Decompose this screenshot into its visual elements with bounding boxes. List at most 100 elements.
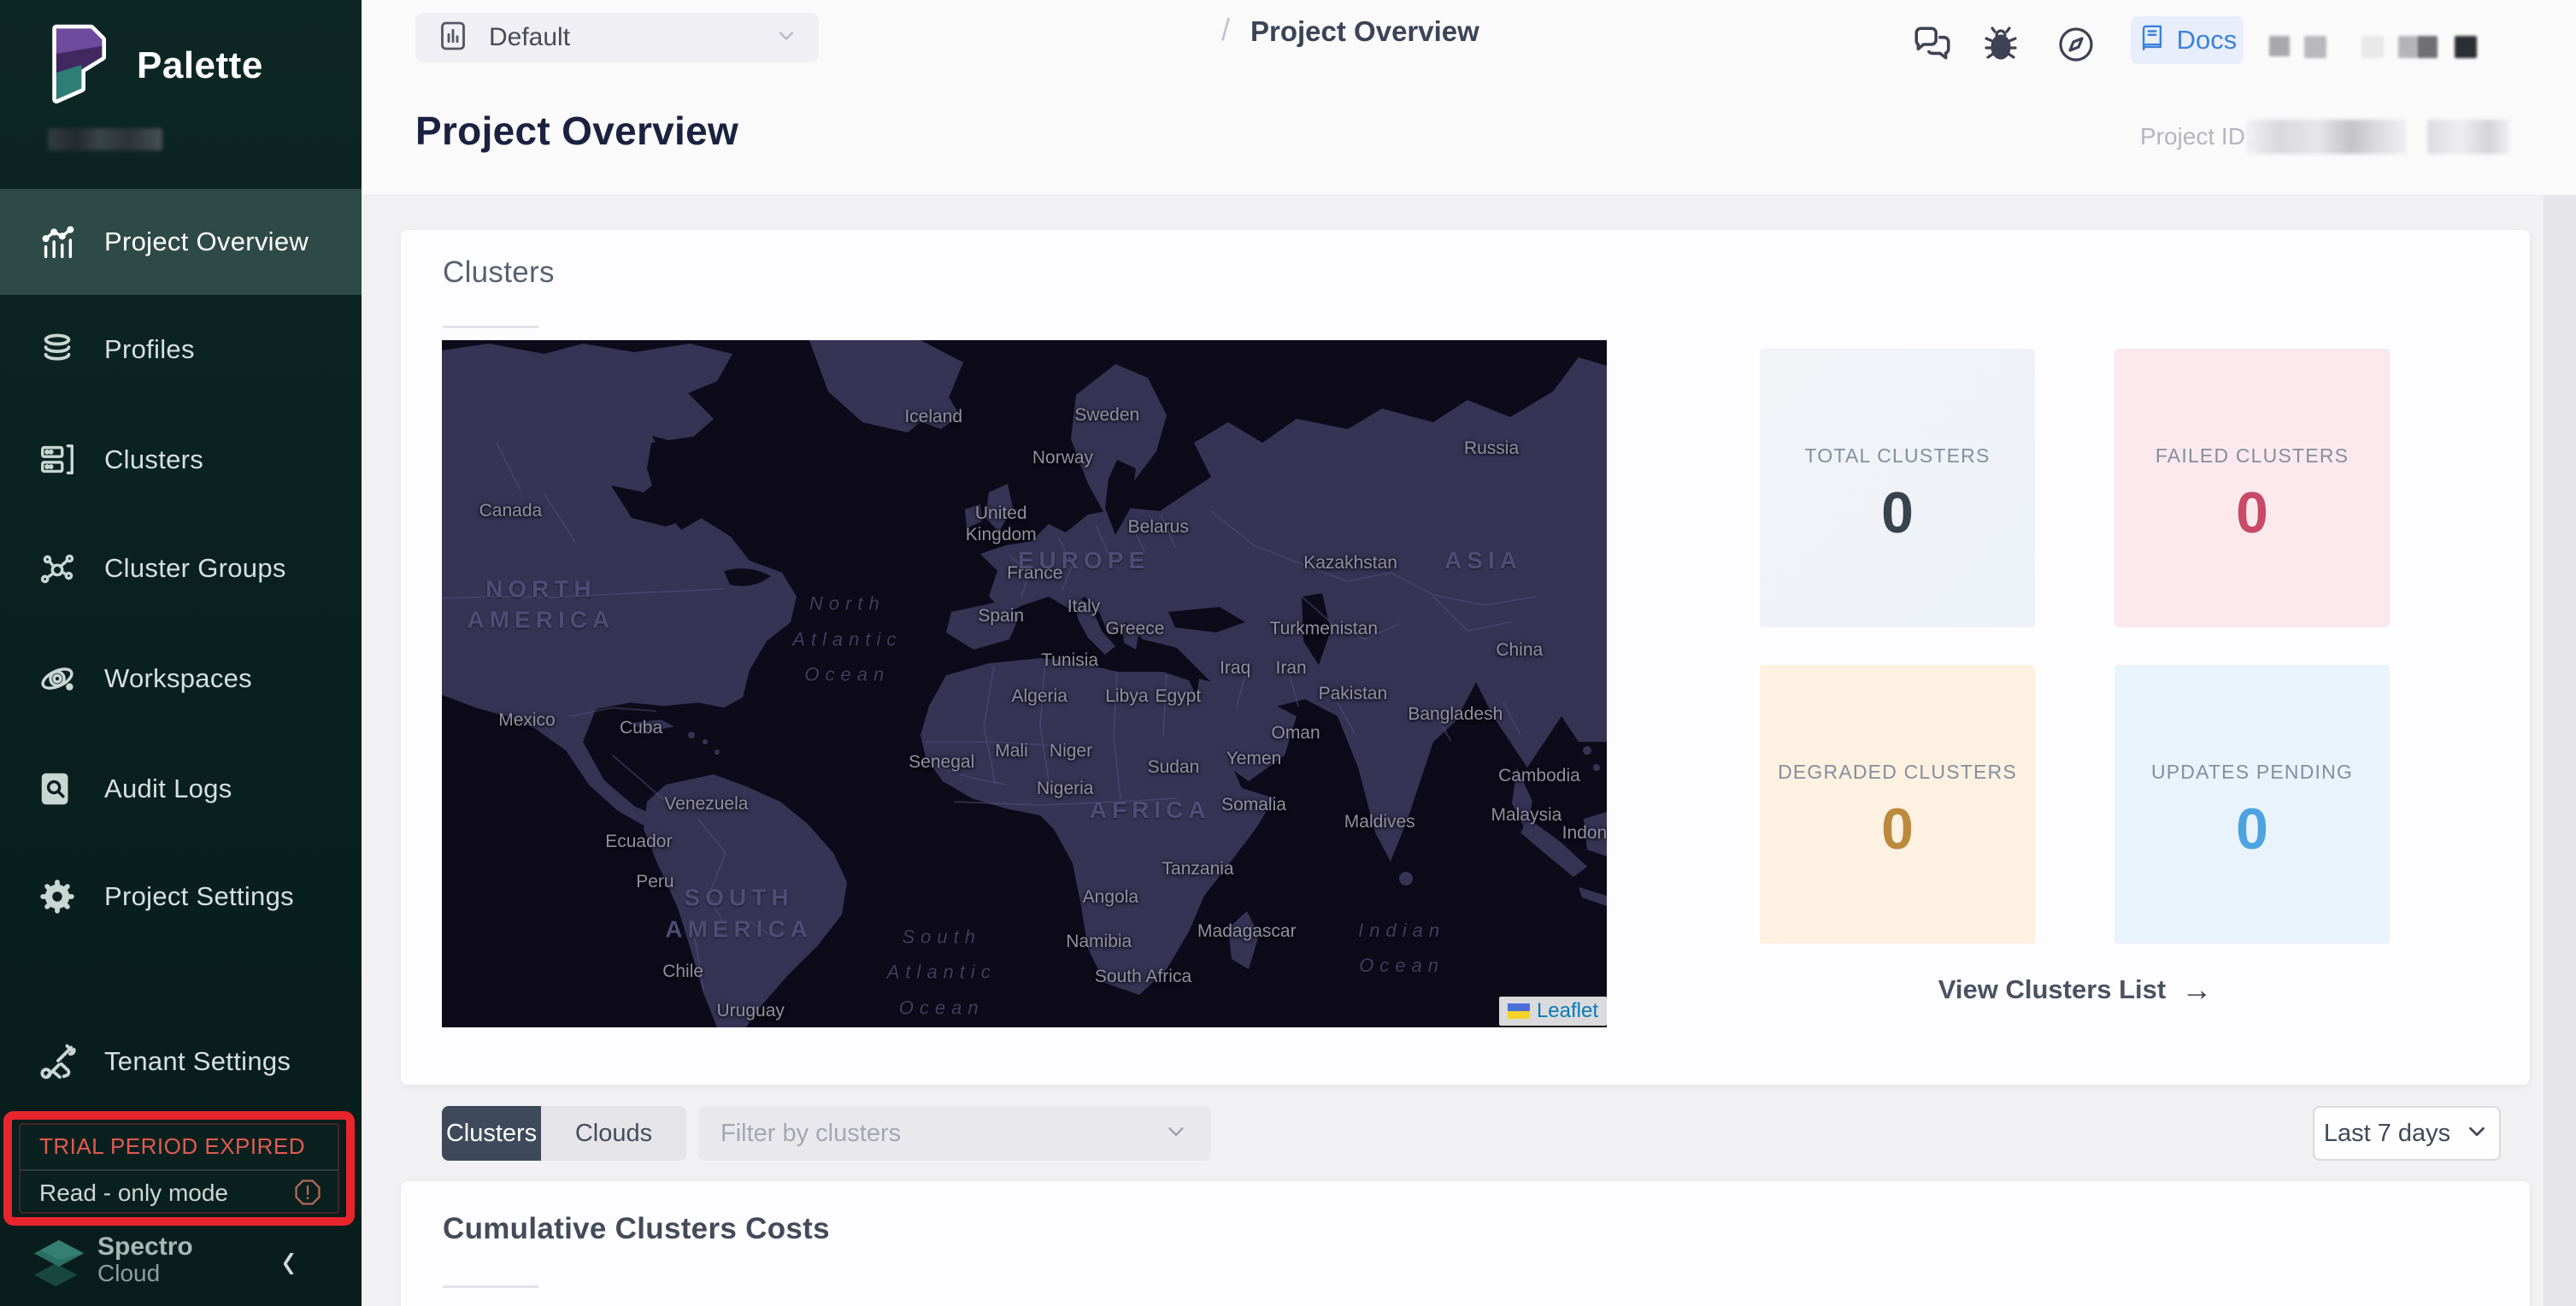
warning-icon	[293, 1178, 322, 1207]
map-label: Iran	[1276, 658, 1307, 679]
map-label: Algeria	[1012, 686, 1067, 707]
leaflet-label: Leaflet	[1537, 999, 1598, 1023]
map-label: Canada	[479, 501, 543, 521]
map-label: SOUTH AMERICA	[665, 883, 813, 945]
date-range-dropdown[interactable]: Last 7 days	[2313, 1106, 2501, 1161]
project-chart-icon	[436, 19, 470, 57]
compass-icon	[2054, 22, 2098, 67]
sidebar-item-label: Tenant Settings	[104, 1046, 291, 1077]
sidebar-item-label: Project Settings	[104, 881, 294, 912]
redacted-icon	[2417, 36, 2438, 58]
docs-button[interactable]: Docs	[2131, 16, 2244, 64]
sidebar-item-label: Clusters	[104, 444, 203, 475]
gear-icon	[38, 877, 77, 916]
leaflet-attribution[interactable]: Leaflet	[1499, 997, 1607, 1026]
map-label: Belarus	[1128, 517, 1189, 538]
redacted-project-id	[2427, 120, 2509, 154]
failed-clusters-stat: FAILED CLUSTERS 0	[2114, 349, 2390, 627]
project-selector-dropdown[interactable]: Default	[415, 13, 819, 62]
server-icon	[38, 440, 77, 479]
divider	[443, 326, 538, 328]
map-labels: IcelandSwedenNorwayRussiaCanadaUnited Ki…	[442, 340, 1607, 1027]
map-label: EUROPE	[1018, 545, 1150, 576]
sidebar-item-label: Cluster Groups	[104, 553, 286, 584]
bug-icon	[1979, 22, 2023, 67]
palette-logo[interactable]: Palette	[34, 22, 263, 109]
map-label: Norway	[1032, 448, 1093, 468]
date-range-value: Last 7 days	[2324, 1120, 2450, 1148]
map-label: Yemen	[1226, 749, 1282, 769]
map-label: Mexico	[498, 710, 556, 731]
map-label: Tunisia	[1041, 650, 1098, 671]
trial-expired-title: TRIAL PERIOD EXPIRED	[39, 1133, 305, 1160]
stat-label: DEGRADED CLUSTERS	[1778, 761, 2017, 784]
read-only-mode-label: Read - only mode	[39, 1180, 228, 1207]
map-label: NORTH AMERICA	[468, 574, 615, 636]
tab-clouds[interactable]: Clouds	[541, 1106, 686, 1161]
chart-scope-tabs: Clusters Clouds	[442, 1106, 686, 1161]
map-label: South Atlantic Ocean	[887, 919, 997, 1026]
explore-button[interactable]	[2054, 22, 2098, 67]
chevron-down-icon	[2464, 1119, 2490, 1149]
sidebar-item-clusters[interactable]: Clusters	[0, 407, 362, 513]
redacted-avatar	[2455, 36, 2477, 58]
map-label: Uruguay	[716, 1001, 784, 1021]
tab-clusters[interactable]: Clusters	[442, 1106, 541, 1161]
sidebar-item-profiles[interactable]: Profiles	[0, 297, 362, 403]
map-label: China	[1496, 640, 1543, 661]
book-icon	[2138, 24, 2167, 57]
map-label: Kazakhstan	[1303, 553, 1397, 574]
map-label: Bangladesh	[1408, 704, 1503, 725]
chat-button[interactable]	[1910, 22, 1955, 67]
arrow-right-icon: →	[2181, 972, 2212, 1008]
report-bug-button[interactable]	[1979, 22, 2023, 67]
map-label: Pakistan	[1319, 684, 1388, 704]
scrollbar-track[interactable]	[2544, 195, 2576, 1306]
sidebar-item-cluster-groups[interactable]: Cluster Groups	[0, 515, 362, 621]
map-label: Mali	[995, 741, 1028, 762]
redacted-plan-badge	[48, 128, 162, 150]
map-label: United Kingdom	[966, 503, 1037, 544]
spectro-cloud-logo	[31, 1232, 87, 1302]
map-label: Sweden	[1074, 405, 1139, 426]
stat-value: 0	[1881, 479, 1914, 546]
map-label: Maldives	[1344, 812, 1415, 832]
total-clusters-stat: TOTAL CLUSTERS 0	[1760, 349, 2035, 627]
map-label: Senegal	[909, 752, 974, 773]
chevron-down-icon	[774, 24, 798, 52]
tools-icon	[38, 1042, 77, 1081]
map-label: North Atlantic Ocean	[792, 585, 902, 692]
project-id-label: Project ID:	[2140, 123, 2252, 150]
stat-value: 0	[2236, 796, 2268, 862]
sidebar: Palette Project Overview Profile	[0, 0, 362, 1306]
map-label: Oman	[1271, 723, 1320, 744]
logo-wordmark: Palette	[137, 44, 263, 87]
map-label: Indonesia	[1562, 823, 1607, 844]
sidebar-footer: Spectro Cloud ‹	[0, 1227, 362, 1306]
filter-by-clusters-dropdown[interactable]: Filter by clusters	[698, 1106, 1211, 1161]
map-label: Cambodia	[1498, 766, 1580, 786]
cumulative-costs-title: Cumulative Clusters Costs	[443, 1212, 830, 1246]
redacted-icon	[2398, 36, 2417, 58]
sidebar-item-label: Profiles	[104, 334, 195, 365]
sidebar-item-audit-logs[interactable]: Audit Logs	[0, 736, 362, 842]
degraded-clusters-stat: DEGRADED CLUSTERS 0	[1760, 665, 2035, 944]
sidebar-item-workspaces[interactable]: Workspaces	[0, 626, 362, 732]
sidebar-item-project-settings[interactable]: Project Settings	[0, 844, 362, 950]
collapse-sidebar-icon[interactable]: ‹	[282, 1227, 295, 1291]
clusters-world-map[interactable]: IcelandSwedenNorwayRussiaCanadaUnited Ki…	[442, 340, 1607, 1027]
chart-icon	[38, 222, 77, 262]
view-clusters-list-label: View Clusters List	[1938, 974, 2166, 1005]
stat-label: FAILED CLUSTERS	[2155, 444, 2349, 468]
map-label: Madagascar	[1197, 921, 1297, 942]
map-label: Turkmenistan	[1270, 619, 1378, 639]
sidebar-item-tenant-settings[interactable]: Tenant Settings	[0, 1009, 362, 1115]
view-clusters-list-link[interactable]: View Clusters List →	[1760, 972, 2391, 1008]
orbit-icon	[38, 659, 77, 698]
map-label: Tanzania	[1162, 859, 1234, 879]
map-label: Ecuador	[605, 832, 672, 852]
stat-label: UPDATES PENDING	[2151, 761, 2353, 784]
map-label: Angola	[1083, 887, 1138, 908]
sidebar-item-project-overview[interactable]: Project Overview	[0, 189, 362, 295]
map-label: Niger	[1050, 741, 1092, 762]
